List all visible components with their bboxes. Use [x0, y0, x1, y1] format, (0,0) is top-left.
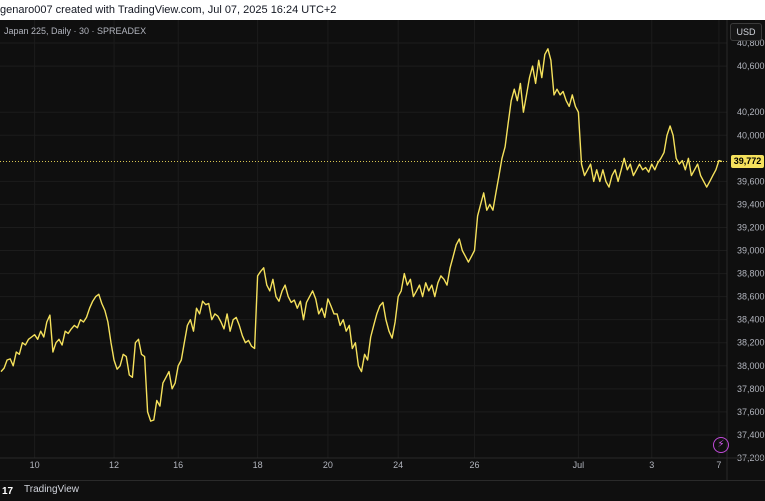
x-tick-label: Jul	[573, 460, 585, 470]
price-chart[interactable]: 37,20037,40037,60037,80038,00038,20038,4…	[0, 20, 765, 480]
x-tick-label: 24	[393, 460, 403, 470]
chart-area[interactable]: 37,200 37,400 37,600 37,800 38,000 38,200 38,4…	[0, 20, 765, 480]
x-tick-label: 26	[470, 460, 480, 470]
caption-bar: genaro007 created with TradingView.com, …	[0, 0, 765, 21]
y-tick-label: 37,600	[737, 407, 765, 417]
tradingview-brand[interactable]: TradingView	[24, 481, 79, 499]
y-tick-label: 39,000	[737, 246, 765, 256]
currency-button[interactable]: USD	[730, 23, 762, 41]
footer-bar: 17 TradingView	[0, 480, 765, 501]
y-tick-label: 37,400	[737, 430, 765, 440]
y-tick-label: 38,800	[737, 269, 765, 279]
symbol-label: Japan 225, Daily · 30 · SPREADEX	[4, 26, 147, 36]
last-price-label: 39,772	[731, 155, 764, 169]
y-tick-label: 38,400	[737, 315, 765, 325]
x-tick-label: 12	[109, 460, 119, 470]
y-tick-label: 39,600	[737, 176, 765, 186]
caption-text: genaro007 created with TradingView.com, …	[0, 4, 337, 16]
y-tick-label: 40,000	[737, 130, 765, 140]
x-tick-label: 20	[323, 460, 333, 470]
x-tick-label: 10	[30, 460, 40, 470]
y-tick-label: 38,000	[737, 361, 765, 371]
y-tick-label: 40,200	[737, 107, 765, 117]
x-tick-label: 16	[173, 460, 183, 470]
y-tick-label: 38,200	[737, 338, 765, 348]
y-tick-label: 38,600	[737, 292, 765, 302]
y-tick-label: 40,600	[737, 61, 765, 71]
y-tick-label: 39,200	[737, 222, 765, 232]
x-tick-label: 3	[649, 460, 654, 470]
y-tick-label: 37,800	[737, 384, 765, 394]
x-tick-label: 7	[716, 460, 721, 470]
x-tick-label: 18	[253, 460, 263, 470]
chart-background	[0, 20, 765, 480]
tradingview-logo-icon[interactable]: 17	[2, 483, 13, 501]
lightning-icon[interactable]: ⚡	[713, 437, 729, 453]
y-tick-label: 39,400	[737, 199, 765, 209]
